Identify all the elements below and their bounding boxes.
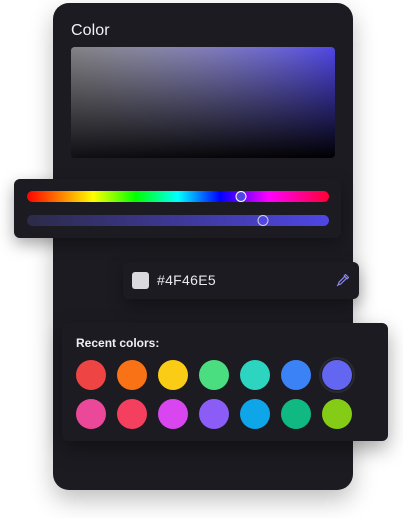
recent-color-swatch[interactable] bbox=[158, 360, 188, 390]
hex-input-card: #4F46E5 bbox=[123, 262, 359, 299]
hue-slider-thumb[interactable] bbox=[235, 191, 247, 202]
recent-colors-row bbox=[76, 357, 376, 393]
recent-color-swatch[interactable] bbox=[319, 357, 355, 393]
recent-colors-card: Recent colors: bbox=[62, 323, 388, 441]
recent-color-swatch[interactable] bbox=[117, 399, 147, 429]
hex-value-field[interactable]: #4F46E5 bbox=[157, 272, 216, 289]
current-color-swatch bbox=[132, 272, 149, 289]
recent-color-swatch[interactable] bbox=[199, 399, 229, 429]
slider-card bbox=[14, 179, 341, 238]
panel-title: Color bbox=[71, 22, 110, 39]
recent-color-swatch[interactable] bbox=[281, 360, 311, 390]
saturation-area[interactable] bbox=[71, 47, 335, 158]
recent-color-swatch[interactable] bbox=[199, 360, 229, 390]
recent-color-swatch[interactable] bbox=[322, 399, 352, 429]
recent-color-swatch[interactable] bbox=[76, 360, 106, 390]
hue-slider[interactable] bbox=[27, 191, 329, 202]
alpha-slider[interactable] bbox=[27, 215, 329, 226]
recent-color-swatch[interactable] bbox=[76, 399, 106, 429]
recent-color-swatch[interactable] bbox=[158, 399, 188, 429]
recent-colors-label: Recent colors: bbox=[76, 336, 160, 350]
recent-colors-row bbox=[76, 399, 376, 429]
alpha-slider-thumb[interactable] bbox=[257, 215, 269, 226]
stage: Color #4F46E5 Recent colors: bbox=[0, 0, 403, 518]
recent-color-swatch[interactable] bbox=[240, 360, 270, 390]
eyedropper-icon[interactable] bbox=[335, 272, 351, 288]
recent-color-swatch[interactable] bbox=[240, 399, 270, 429]
recent-colors-grid bbox=[76, 357, 376, 438]
recent-color-swatch[interactable] bbox=[117, 360, 147, 390]
recent-color-swatch[interactable] bbox=[281, 399, 311, 429]
